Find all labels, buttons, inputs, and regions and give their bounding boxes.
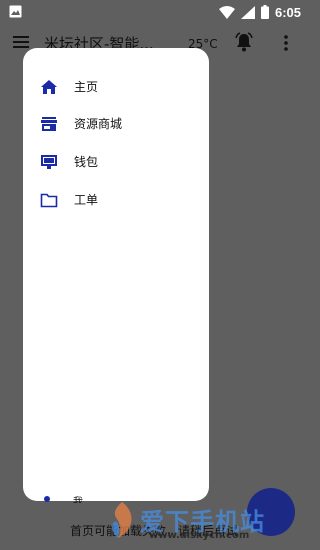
drawer-item-ticket[interactable]: 工单 — [23, 185, 209, 215]
profile-icon — [44, 496, 50, 502]
signal-icon — [240, 5, 255, 19]
folder-icon — [40, 193, 58, 208]
drawer-item-label: 工单 — [74, 193, 99, 207]
image-icon — [9, 5, 22, 18]
menu-icon[interactable] — [13, 35, 29, 49]
status-time: 6:05 — [274, 4, 301, 20]
drawer-item-wallet[interactable]: 钱包 — [23, 147, 209, 177]
drawer-item-home[interactable]: 主页 — [23, 72, 209, 102]
navigation-drawer: 主页 资源商城 钱包 工单 — [23, 48, 209, 501]
bell-icon[interactable] — [235, 32, 253, 52]
floating-action-button[interactable] — [247, 488, 295, 536]
battery-icon — [260, 5, 269, 19]
home-icon — [41, 80, 57, 94]
wifi-icon — [218, 5, 235, 19]
status-icons: 6:05 — [218, 3, 301, 21]
drawer-item-store[interactable]: 资源商城 — [23, 109, 209, 139]
wallet-icon — [41, 155, 57, 169]
drawer-item-label: 主页 — [74, 80, 99, 94]
drawer-item-label: 我 — [73, 497, 83, 503]
background-message: 首页可能加载失败，请稍后再试 — [70, 524, 239, 538]
status-bar: 6:05 — [0, 0, 309, 24]
store-icon — [41, 117, 57, 131]
drawer-item-label: 资源商城 — [74, 117, 123, 131]
more-icon[interactable] — [283, 34, 289, 52]
drawer-item-me[interactable]: 我 — [23, 491, 83, 503]
drawer-item-label: 钱包 — [74, 155, 99, 169]
